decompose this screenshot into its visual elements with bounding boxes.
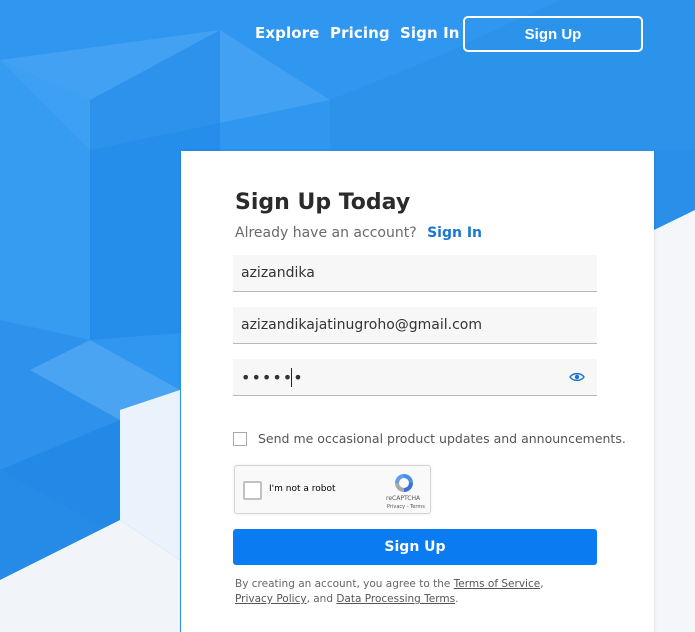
- recaptcha-links[interactable]: Privacy - Terms: [387, 504, 425, 510]
- data-processing-terms-link[interactable]: Data Processing Terms: [336, 593, 455, 605]
- signup-submit-button[interactable]: Sign Up: [233, 529, 597, 565]
- username-field[interactable]: [233, 255, 597, 292]
- text-caret: [291, 368, 292, 387]
- updates-checkbox[interactable]: [233, 431, 247, 446]
- terms-of-service-link[interactable]: Terms of Service: [454, 578, 541, 590]
- password-field[interactable]: [233, 359, 597, 396]
- nav-explore-link[interactable]: Explore: [255, 24, 319, 42]
- legal-prefix: By creating an account, you agree to the: [235, 578, 451, 590]
- recaptcha-checkbox[interactable]: [243, 481, 262, 500]
- nav-pricing-link[interactable]: Pricing: [330, 24, 390, 42]
- legal-end: .: [455, 593, 459, 605]
- already-account-text: Already have an account? Sign In: [235, 225, 482, 241]
- recaptcha-logo-icon: [395, 474, 413, 492]
- legal-and: , and: [306, 593, 333, 605]
- email-field[interactable]: [233, 307, 597, 344]
- nav-signin-link[interactable]: Sign In: [400, 24, 460, 42]
- page-title: Sign Up Today: [235, 190, 411, 215]
- recaptcha-widget: I'm not a robot reCAPTCHA Privacy - Term…: [234, 465, 431, 514]
- signin-link[interactable]: Sign In: [427, 225, 482, 241]
- updates-checkbox-row[interactable]: Send me occasional product updates and a…: [233, 431, 626, 446]
- updates-label: Send me occasional product updates and a…: [258, 431, 626, 446]
- signup-card: Sign Up Today Already have an account? S…: [181, 151, 654, 632]
- legal-comma: ,: [540, 578, 544, 590]
- already-account-label: Already have an account?: [235, 225, 417, 241]
- recaptcha-label: I'm not a robot: [269, 484, 336, 494]
- eye-icon[interactable]: [569, 371, 585, 383]
- legal-text: By creating an account, you agree to the…: [235, 577, 555, 607]
- privacy-policy-link[interactable]: Privacy Policy: [235, 593, 307, 605]
- top-nav: Explore Pricing Sign In Sign Up: [0, 0, 695, 66]
- password-field-wrapper: [233, 359, 597, 396]
- nav-signup-button[interactable]: Sign Up: [463, 16, 643, 52]
- recaptcha-brand: reCAPTCHA: [386, 495, 421, 502]
